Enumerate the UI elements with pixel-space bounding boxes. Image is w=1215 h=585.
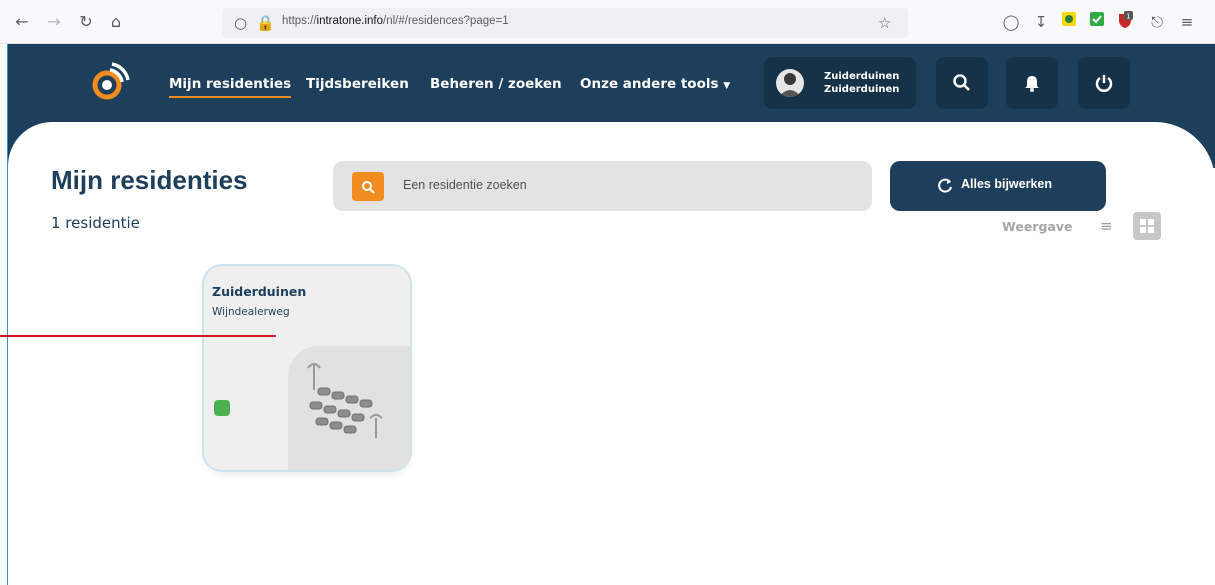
extension-yellow-icon[interactable] [1058, 11, 1080, 33]
shield-icon[interactable]: ○ [234, 14, 247, 32]
grid-view-button[interactable] [1133, 212, 1161, 240]
extension-shield-icon[interactable]: 1 [1114, 11, 1136, 33]
search-icon [362, 181, 375, 194]
refresh-icon [938, 178, 952, 193]
logout-button[interactable] [1078, 57, 1130, 109]
residence-name: Zuiderduinen [212, 284, 307, 299]
main-content: Mijn residenties 1 residentie Een reside… [8, 122, 1215, 585]
residence-street: Wijndealerweg [212, 306, 290, 318]
nav-tools-label: Onze andere tools [580, 76, 719, 92]
app-frame: Mijn residenties Tijdsbereiken Beheren /… [8, 44, 1215, 585]
search-placeholder: Een residentie zoeken [403, 178, 527, 192]
avatar [776, 69, 804, 97]
update-all-label: Alles bijwerken [961, 177, 1053, 191]
nav-mijn-residenties[interactable]: Mijn residenties [169, 76, 292, 98]
pocket-icon[interactable]: ◯ [1000, 11, 1022, 33]
lock-icon[interactable]: 🔒 [256, 14, 275, 32]
search-icon [953, 74, 970, 91]
home-icon[interactable]: ⌂ [106, 12, 126, 32]
intratone-logo-icon[interactable] [90, 62, 130, 102]
url-text[interactable]: https://intratone.info/nl/#/residences?p… [282, 15, 509, 27]
notifications-button[interactable] [1006, 57, 1058, 109]
page-title: Mijn residenties [51, 165, 248, 195]
user-name: Zuiderduinen [824, 71, 900, 82]
nav-onze-andere-tools[interactable]: Onze andere tools ▼ [580, 76, 730, 92]
bookmark-star-icon[interactable]: ☆ [878, 14, 891, 32]
nav-tijdsbereiken[interactable]: Tijdsbereiken [306, 76, 409, 92]
user-menu[interactable]: Zuiderduinen Zuiderduinen [764, 57, 916, 109]
forward-icon[interactable]: → [44, 12, 64, 32]
view-label: Weergave [1002, 219, 1073, 234]
menu-hamburger-icon[interactable]: ≡ [1176, 11, 1198, 33]
grid-icon [1140, 219, 1154, 233]
reload-icon[interactable]: ↻ [76, 12, 96, 32]
caret-down-icon: ▼ [723, 81, 731, 91]
browser-toolbar: ← → ↻ ⌂ ○ 🔒 https://intratone.info/nl/#/… [0, 0, 1215, 44]
search-input[interactable]: Een residentie zoeken [333, 161, 872, 211]
bell-icon [1025, 76, 1039, 92]
power-icon [1095, 75, 1113, 92]
annotation-line [0, 335, 276, 337]
search-button[interactable] [936, 57, 988, 109]
update-all-button[interactable]: Alles bijwerken [890, 161, 1106, 211]
extensions-puzzle-icon[interactable]: ⎋ [1146, 11, 1168, 33]
user-residence: Zuiderduinen [824, 84, 900, 95]
list-view-icon[interactable]: ≡ [1100, 217, 1113, 235]
back-icon[interactable]: ← [12, 12, 32, 32]
residence-count: 1 residentie [51, 214, 140, 232]
nav-beheren-zoeken[interactable]: Beheren / zoeken [430, 76, 562, 92]
residence-card[interactable]: Zuiderduinen Wijndealerweg [204, 266, 410, 470]
extension-check-icon[interactable] [1086, 11, 1108, 33]
status-indicator [214, 400, 230, 416]
address-bar[interactable]: ○ 🔒 https://intratone.info/nl/#/residenc… [222, 8, 908, 38]
download-icon[interactable]: ↧ [1030, 11, 1052, 33]
parking-illustration-icon [288, 346, 410, 470]
svg-text:1: 1 [1126, 13, 1130, 21]
search-submit-button[interactable] [352, 172, 384, 201]
